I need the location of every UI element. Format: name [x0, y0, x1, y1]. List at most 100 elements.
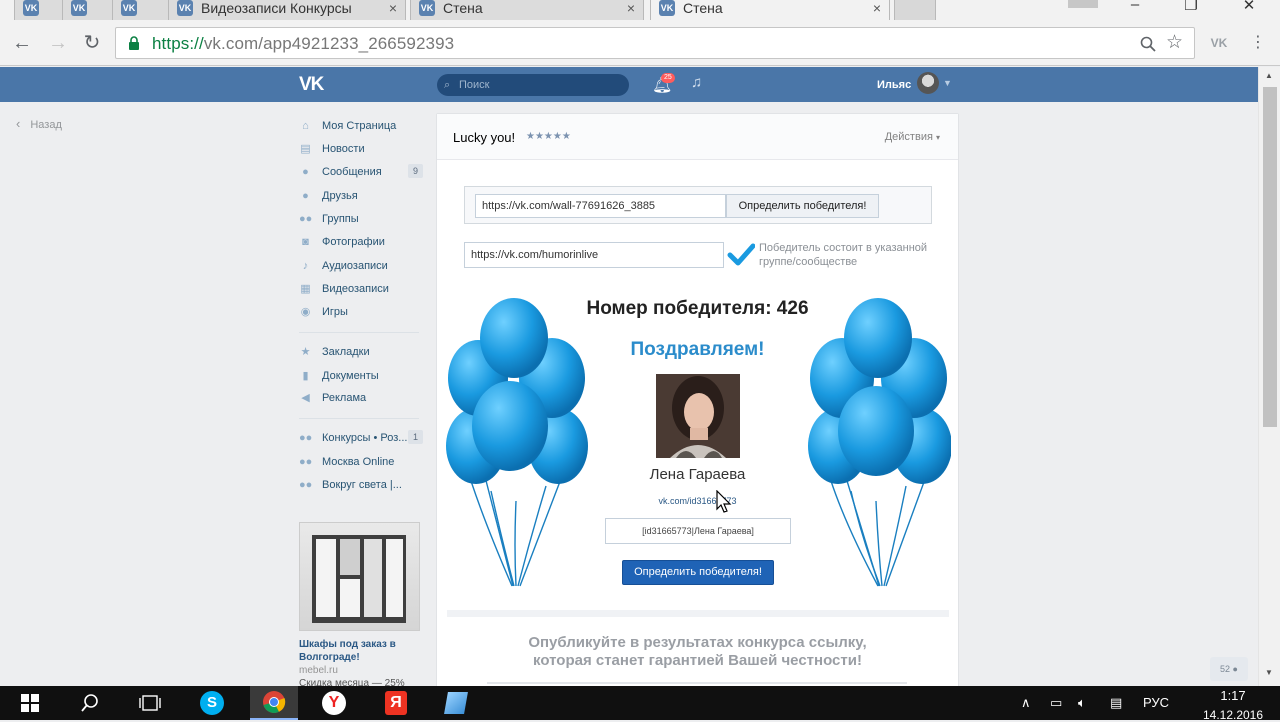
browser-tab[interactable]: VK [112, 0, 174, 20]
chat-counter-button[interactable]: 52 ● [1210, 657, 1248, 681]
person-icon: ● [1232, 664, 1238, 674]
close-icon[interactable]: × [619, 0, 635, 16]
group-membership-note: Победитель состоит в указанной группе/со… [759, 242, 928, 268]
nav-community-contests[interactable]: ●● Конкурсы • Роз... 1 [299, 428, 423, 448]
windows-start-icon[interactable] [6, 686, 54, 720]
post-url-form: https://vk.com/wall-77691626_3885 Опреде… [464, 186, 932, 224]
music-icon[interactable]: ♫ [691, 74, 702, 91]
notification-badge: 25 [661, 73, 675, 83]
section-divider [447, 610, 949, 617]
task-view-icon[interactable] [126, 686, 174, 720]
back-arrow-icon[interactable]: ← [10, 32, 34, 54]
nav-photos[interactable]: ◙ Фотографии [299, 232, 423, 252]
vk-extension-icon[interactable]: VK [1207, 32, 1231, 54]
nav-community-travel[interactable]: ●● Вокруг света |... [299, 475, 423, 495]
nav-audio[interactable]: ♪ Аудиозаписи [299, 256, 423, 276]
forward-arrow-icon[interactable]: → [46, 32, 70, 54]
group-url-input[interactable]: https://vk.com/humorinlive [464, 242, 724, 268]
page-scrollbar[interactable]: ▲ ▼ [1258, 67, 1280, 686]
clock-time[interactable]: 1:17 [1203, 688, 1263, 703]
nav-friends[interactable]: ● Друзья [299, 186, 423, 206]
nav-news[interactable]: ▤ Новости [299, 139, 423, 159]
detect-winner-button[interactable]: Определить победителя! [726, 194, 879, 218]
vk-logo[interactable]: VK [299, 74, 324, 96]
nav-label: Видеозаписи [322, 283, 389, 295]
nav-games[interactable]: ◉ Игры [299, 302, 423, 322]
menu-dots-icon[interactable]: ⋮ [1246, 32, 1270, 54]
star-icon: ★ [300, 345, 311, 358]
browser-tab[interactable]: VK Стена × [410, 0, 644, 20]
language-indicator[interactable]: РУС [1143, 695, 1169, 710]
detect-winner-primary-button[interactable]: Определить победителя! [622, 560, 774, 585]
search-placeholder: Поиск [459, 79, 490, 91]
browser-tab-active[interactable]: VK Стена × [650, 0, 890, 20]
scroll-up-icon[interactable]: ▲ [1265, 71, 1273, 80]
nav-community-moscow[interactable]: ●● Москва Online [299, 452, 423, 472]
nav-label: Аудиозаписи [322, 260, 388, 272]
winner-mention-field[interactable]: [id31665773|Лена Гараева] [605, 518, 791, 544]
user-name[interactable]: Ильяс [877, 79, 911, 91]
nav-documents[interactable]: ▮ Документы [299, 366, 423, 386]
nav-video[interactable]: ▦ Видеозаписи [299, 279, 423, 299]
new-tab-button[interactable] [894, 0, 936, 20]
search-icon[interactable] [66, 686, 114, 720]
nav-messages[interactable]: ● Сообщения 9 [299, 162, 423, 182]
winner-photo[interactable] [656, 374, 740, 458]
avatar[interactable] [917, 72, 939, 94]
ad-title[interactable]: Шкафы под заказ в Волгограде! [299, 638, 424, 664]
nav-groups[interactable]: ●● Группы [299, 209, 423, 229]
back-link[interactable]: ‹ Назад [16, 116, 62, 131]
profile-button[interactable] [1068, 0, 1098, 8]
nav-label: Друзья [322, 190, 358, 202]
video-icon: ▦ [300, 282, 311, 295]
action-center-icon[interactable]: ▤ [1110, 695, 1122, 711]
browser-tab[interactable]: VK Видеозаписи Конкурсы × [168, 0, 406, 20]
nav-label: Игры [322, 306, 348, 318]
scroll-thumb[interactable] [1263, 87, 1277, 427]
tray-chevron-up-icon[interactable]: ∧ [1021, 695, 1031, 711]
app-rating-stars[interactable]: ★★★★★ [526, 131, 571, 142]
vk-favicon-icon: VK [659, 0, 675, 16]
yandex-browser-icon[interactable]: Y [310, 686, 358, 720]
chevron-down-icon[interactable]: ▼ [943, 78, 952, 88]
notes-app-icon[interactable] [432, 686, 480, 720]
checkmark-icon[interactable] [727, 242, 755, 268]
nav-bookmarks[interactable]: ★ Закладки [299, 342, 423, 362]
close-icon[interactable]: × [865, 0, 881, 16]
window-close-icon[interactable]: ✕ [1226, 0, 1272, 16]
ad-domain: mebel.ru [299, 665, 338, 676]
community-count-badge: 1 [407, 430, 423, 444]
restore-icon[interactable]: ❐ [1168, 0, 1214, 16]
minimize-icon[interactable]: – [1112, 0, 1158, 16]
nav-label: Вокруг света |... [322, 479, 402, 491]
tab-title: Стена [683, 0, 723, 16]
nav-divider [299, 418, 419, 419]
address-bar[interactable]: https://vk.com/app4921233_266592393 ☆ [115, 27, 1195, 59]
battery-icon[interactable]: ▭ [1050, 695, 1062, 711]
skype-icon[interactable]: S [188, 686, 236, 720]
actions-label: Действия [884, 131, 933, 143]
community-icon: ●● [299, 478, 313, 491]
ads-icon: ◀ [301, 391, 310, 404]
nav-ads[interactable]: ◀ Реклама [299, 388, 423, 408]
home-icon: ⌂ [302, 119, 309, 132]
chevron-left-icon: ‹ [16, 116, 21, 131]
yandex-icon[interactable]: Я [372, 686, 420, 720]
search-input[interactable]: ⌕ Поиск [437, 74, 629, 96]
zoom-icon[interactable] [1140, 36, 1156, 52]
browser-tab[interactable]: VK [14, 0, 64, 20]
browser-tab[interactable]: VK [62, 0, 118, 20]
nav-my-page[interactable]: ⌂ Моя Страница [299, 116, 423, 136]
friends-icon: ● [302, 189, 309, 202]
volume-icon[interactable]: 🔈︎ [1078, 695, 1086, 711]
back-link-label: Назад [30, 119, 62, 131]
post-url-input[interactable]: https://vk.com/wall-77691626_3885 [475, 194, 726, 218]
ad-image[interactable] [299, 522, 420, 631]
reload-icon[interactable]: ↻ [80, 32, 104, 54]
bookmark-star-icon[interactable]: ☆ [1166, 31, 1183, 54]
chrome-icon[interactable] [250, 686, 298, 720]
close-icon[interactable]: × [381, 0, 397, 16]
nav-label: Реклама [322, 392, 367, 404]
actions-menu[interactable]: Действия ▾ [885, 131, 940, 143]
scroll-down-icon[interactable]: ▼ [1265, 668, 1273, 677]
